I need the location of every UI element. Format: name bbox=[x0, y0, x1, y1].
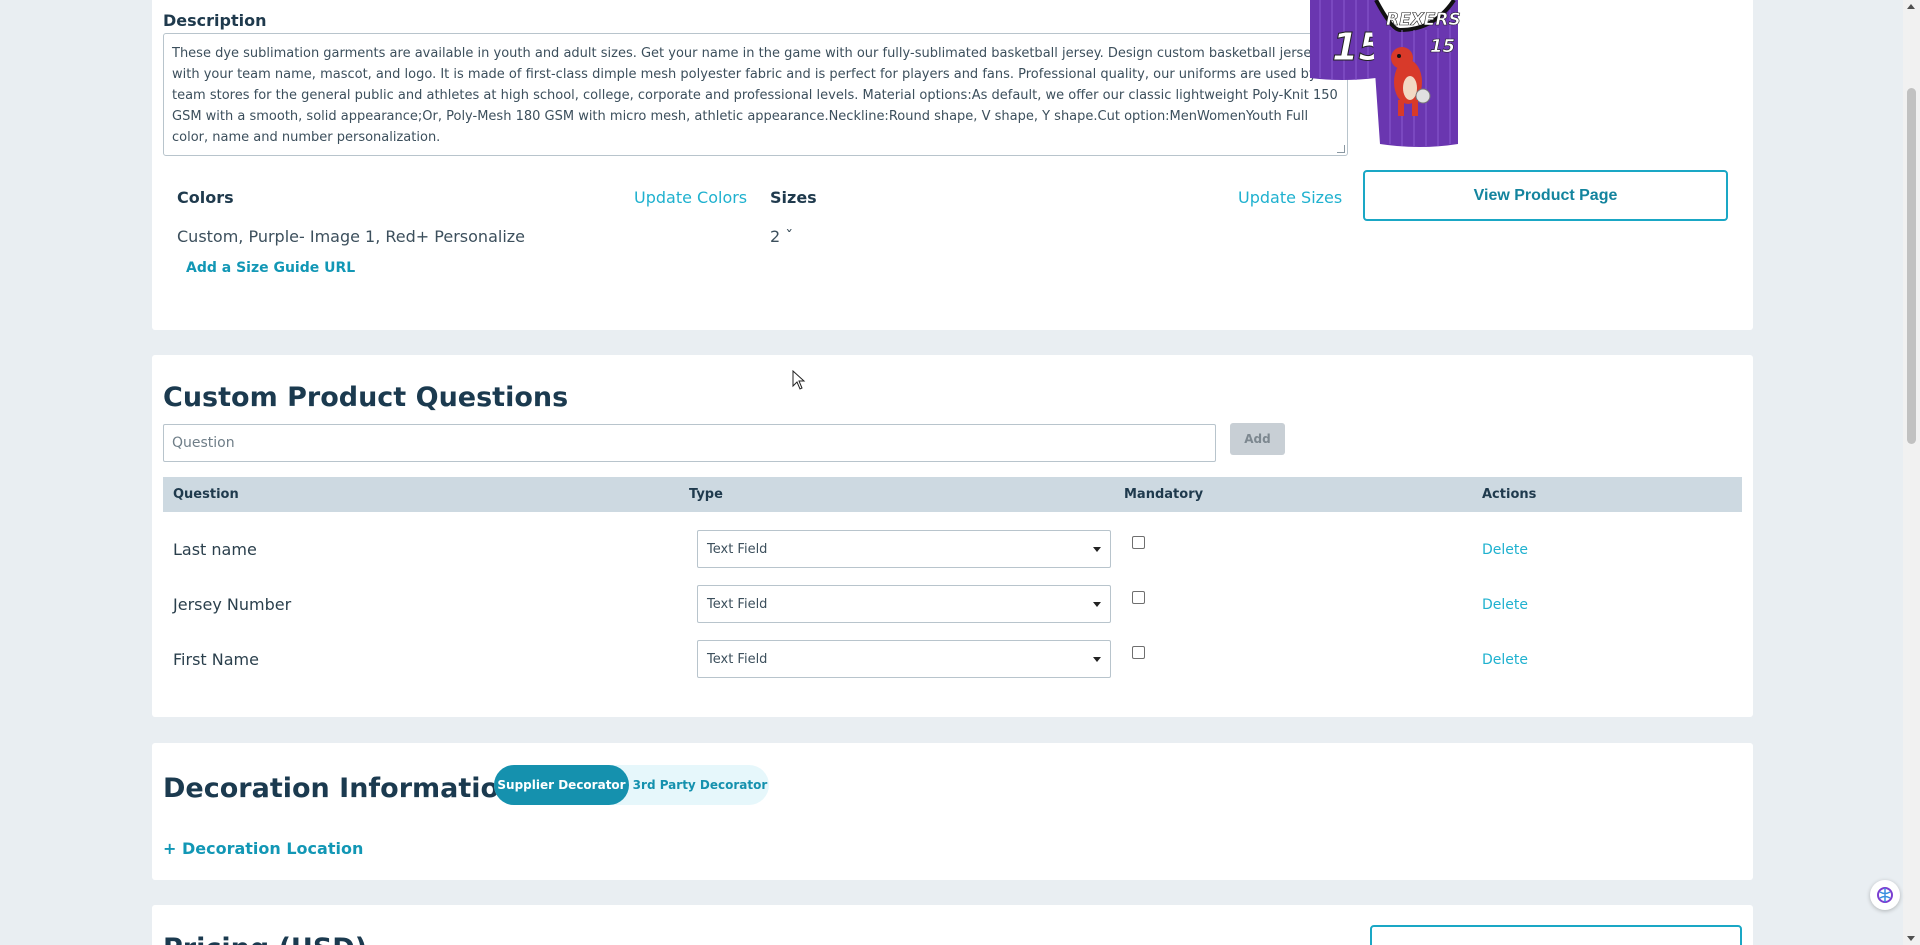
question-cell: Last name bbox=[173, 540, 257, 559]
pricing-action-button[interactable] bbox=[1370, 925, 1742, 945]
sizes-value: 2 ˇ bbox=[770, 227, 794, 246]
description-label: Description bbox=[163, 11, 267, 30]
questions-table-header: Question Type Mandatory Actions bbox=[163, 477, 1742, 512]
custom-questions-card: Custom Product Questions Add Question Ty… bbox=[152, 355, 1753, 717]
header-actions: Actions bbox=[1482, 487, 1537, 502]
type-select-value: Text Field bbox=[707, 541, 768, 557]
third-party-decorator-toggle[interactable]: 3rd Party Decorator bbox=[631, 765, 769, 805]
delete-link[interactable]: Delete bbox=[1482, 652, 1528, 668]
custom-questions-title: Custom Product Questions bbox=[163, 382, 569, 413]
dropdown-caret-icon bbox=[1093, 547, 1101, 552]
delete-link[interactable]: Delete bbox=[1482, 597, 1528, 613]
dropdown-caret-icon bbox=[1093, 602, 1101, 607]
decoration-title: Decoration Information bbox=[163, 773, 519, 804]
brain-icon bbox=[1877, 887, 1893, 903]
update-colors-link[interactable]: Update Colors bbox=[634, 188, 747, 207]
type-select-value: Text Field bbox=[707, 596, 768, 612]
table-row: Last name Text Field Delete bbox=[163, 522, 1742, 577]
update-sizes-link[interactable]: Update Sizes bbox=[1238, 188, 1342, 207]
question-cell: First Name bbox=[173, 650, 259, 669]
view-product-page-button[interactable]: View Product Page bbox=[1363, 170, 1728, 221]
add-size-guide-link[interactable]: Add a Size Guide URL bbox=[186, 260, 355, 276]
jersey-back-number: 15 bbox=[1430, 36, 1455, 57]
colors-heading: Colors bbox=[177, 188, 234, 207]
product-image: 15 REXERS 15 bbox=[1280, 0, 1520, 156]
header-mandatory: Mandatory bbox=[1124, 487, 1204, 502]
scroll-thumb[interactable] bbox=[1907, 88, 1916, 444]
jersey-back-text: REXERS bbox=[1386, 10, 1461, 30]
table-row: Jersey Number Text Field Delete bbox=[163, 577, 1742, 632]
supplier-decorator-toggle[interactable]: Supplier Decorator bbox=[494, 765, 629, 805]
question-input[interactable] bbox=[163, 424, 1216, 462]
delete-link[interactable]: Delete bbox=[1482, 542, 1528, 558]
description-text: These dye sublimation garments are avail… bbox=[172, 46, 1338, 145]
add-question-button[interactable]: Add bbox=[1230, 423, 1285, 455]
description-textarea[interactable]: These dye sublimation garments are avail… bbox=[163, 33, 1348, 156]
question-cell: Jersey Number bbox=[173, 595, 292, 614]
mouse-cursor-icon bbox=[792, 370, 806, 390]
page-scrollbar[interactable] bbox=[1903, 0, 1920, 945]
assistant-button[interactable] bbox=[1870, 880, 1900, 910]
mandatory-checkbox[interactable] bbox=[1132, 536, 1145, 549]
dropdown-caret-icon bbox=[1093, 657, 1101, 662]
header-type: Type bbox=[689, 487, 723, 502]
mandatory-checkbox[interactable] bbox=[1132, 646, 1145, 659]
add-decoration-location-link[interactable]: + Decoration Location bbox=[163, 839, 363, 858]
mandatory-checkbox[interactable] bbox=[1132, 591, 1145, 604]
header-question: Question bbox=[173, 487, 239, 502]
scroll-up-icon[interactable] bbox=[1907, 4, 1915, 9]
table-row: First Name Text Field Delete bbox=[163, 632, 1742, 687]
type-select-value: Text Field bbox=[707, 651, 768, 667]
scroll-down-icon[interactable] bbox=[1907, 936, 1915, 941]
pricing-card: Pricing (USD) bbox=[152, 905, 1753, 945]
pricing-title: Pricing (USD) bbox=[163, 933, 367, 945]
type-select[interactable]: Text Field bbox=[697, 585, 1111, 623]
sizes-heading: Sizes bbox=[770, 188, 817, 207]
type-select[interactable]: Text Field bbox=[697, 530, 1111, 568]
decorator-toggle: Supplier Decorator 3rd Party Decorator bbox=[494, 765, 769, 805]
type-select[interactable]: Text Field bbox=[697, 640, 1111, 678]
colors-value: Custom, Purple- Image 1, Red+ Personaliz… bbox=[177, 227, 525, 246]
decoration-card: Decoration Information Supplier Decorato… bbox=[152, 743, 1753, 880]
